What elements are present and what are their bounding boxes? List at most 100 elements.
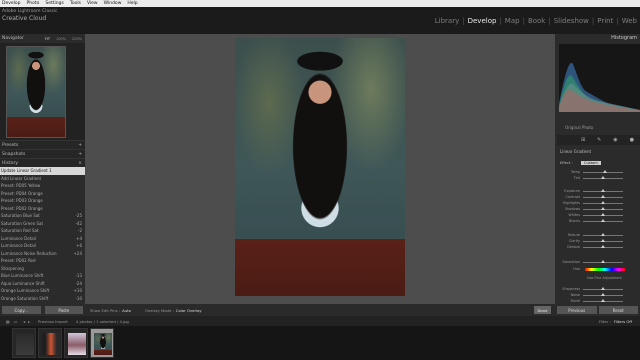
- loupe-view-icon[interactable]: ▭: [10, 319, 18, 324]
- show-edit-pins-select[interactable]: Auto: [120, 308, 131, 313]
- menu-develop[interactable]: Develop: [0, 1, 25, 6]
- slider-knob[interactable]: [601, 239, 605, 242]
- navigator-thumbnail[interactable]: [6, 46, 66, 138]
- history-item[interactable]: Saturation Red Sat -2: [0, 227, 85, 235]
- effect-preset-select[interactable]: Custom: [581, 161, 601, 165]
- healing-brush-icon[interactable]: ✎: [597, 137, 601, 143]
- slider-knob[interactable]: [601, 207, 605, 210]
- slider-track[interactable]: [583, 239, 623, 242]
- module-library[interactable]: Library: [432, 17, 462, 25]
- previous-button[interactable]: Previous: [557, 306, 597, 314]
- histogram[interactable]: [559, 44, 640, 112]
- zoom-200[interactable]: 200%: [72, 37, 82, 41]
- slider-track[interactable]: [583, 213, 623, 216]
- snapshots-header[interactable]: Snapshots +: [0, 149, 85, 158]
- history-item[interactable]: Luminance Noise Reduction +24: [0, 250, 85, 258]
- history-item[interactable]: Preset: PD02 Red: [0, 257, 85, 265]
- history-item[interactable]: Preset: PD03 Orange: [0, 197, 85, 205]
- menu-tools[interactable]: Tools: [68, 1, 85, 6]
- menu-photo[interactable]: Photo: [25, 1, 44, 6]
- copy-button[interactable]: Copy...: [2, 306, 41, 314]
- history-item[interactable]: Saturation Blue Sat -25: [0, 212, 85, 220]
- filmstrip-thumb[interactable]: [64, 328, 88, 358]
- slider-dehaze[interactable]: Dehaze: [557, 244, 640, 250]
- back-arrow-icon[interactable]: ◂: [17, 319, 25, 324]
- slider-track[interactable]: [583, 219, 623, 222]
- filter-select[interactable]: Filters Off: [614, 319, 640, 324]
- presets-header[interactable]: Presets +: [0, 140, 85, 149]
- slider-track[interactable]: [583, 260, 623, 263]
- slider-knob[interactable]: [601, 201, 605, 204]
- slider-knob[interactable]: [601, 293, 605, 296]
- module-book[interactable]: Book: [525, 17, 548, 25]
- add-snapshot-icon[interactable]: +: [78, 152, 82, 157]
- slider-track[interactable]: [583, 233, 623, 236]
- slider-knob[interactable]: [601, 287, 605, 290]
- slider-knob[interactable]: [601, 233, 605, 236]
- slider-knob[interactable]: [601, 260, 605, 263]
- overlay-mode-select[interactable]: Color Overlay: [174, 308, 202, 313]
- slider-track[interactable]: [583, 201, 623, 204]
- clear-history-icon[interactable]: ×: [78, 161, 82, 166]
- module-web[interactable]: Web: [619, 17, 640, 25]
- history-item[interactable]: Update Linear Gradient 1: [0, 167, 85, 175]
- slider-track[interactable]: [583, 170, 623, 173]
- navigator-preview[interactable]: [0, 43, 85, 140]
- slider-track[interactable]: [583, 207, 623, 210]
- menu-window[interactable]: Window: [102, 1, 126, 6]
- slider-tint[interactable]: Tint: [557, 175, 640, 181]
- history-item[interactable]: Luminance Detail +6: [0, 242, 85, 250]
- filmstrip-thumb[interactable]: [90, 328, 114, 358]
- history-header[interactable]: History ×: [0, 158, 85, 167]
- history-item[interactable]: Luminance Detail +4: [0, 235, 85, 243]
- source-label[interactable]: Previous Import: [30, 319, 68, 324]
- history-item[interactable]: Orange Saturation Shift -10: [0, 295, 85, 303]
- paste-button[interactable]: Paste: [44, 306, 83, 314]
- slider-track[interactable]: [583, 245, 623, 248]
- history-item[interactable]: Preset: PD02 Orange: [0, 205, 85, 213]
- module-slideshow[interactable]: Slideshow: [551, 17, 592, 25]
- slider-knob[interactable]: [601, 213, 605, 216]
- history-item[interactable]: Saturation Green Sat -42: [0, 220, 85, 228]
- history-item[interactable]: Preset: PD04 Orange: [0, 190, 85, 198]
- masking-icon[interactable]: ●: [630, 137, 634, 143]
- slider-knob[interactable]: [601, 176, 605, 179]
- navigator-header[interactable]: Navigator FIT 100% 200%: [0, 34, 85, 43]
- history-item[interactable]: Add Linear Gradient: [0, 175, 85, 183]
- history-item[interactable]: Orange Luminance Shift +10: [0, 287, 85, 295]
- crop-tool-icon[interactable]: ⊞: [581, 137, 585, 143]
- slider-knob[interactable]: [601, 299, 605, 302]
- zoom-100[interactable]: 100%: [56, 37, 66, 41]
- module-develop[interactable]: Develop: [465, 17, 500, 25]
- history-item[interactable]: Preset: PD05 Yellow: [0, 182, 85, 190]
- done-button[interactable]: Done: [534, 306, 551, 314]
- slider-track[interactable]: [583, 299, 623, 302]
- slider-saturation[interactable]: Saturation: [557, 259, 640, 265]
- red-eye-icon[interactable]: ◉: [613, 137, 617, 143]
- module-map[interactable]: Map: [502, 17, 523, 25]
- main-photo[interactable]: [235, 38, 405, 296]
- filmstrip-thumb[interactable]: [12, 328, 36, 358]
- slider-track[interactable]: [583, 189, 623, 192]
- slider-knob[interactable]: [601, 189, 605, 192]
- slider-knob[interactable]: [601, 195, 605, 198]
- history-item[interactable]: Blue Luminance Shift -13: [0, 272, 85, 280]
- slider-blacks[interactable]: Blacks: [557, 218, 640, 224]
- slider-knob[interactable]: [603, 170, 607, 173]
- slider-knob[interactable]: [601, 245, 605, 248]
- history-item[interactable]: Aqua Luminance Shift -24: [0, 280, 85, 288]
- slider-track[interactable]: [583, 195, 623, 198]
- menu-view[interactable]: View: [85, 1, 102, 6]
- slider-track[interactable]: [583, 176, 623, 179]
- hue-slider[interactable]: [585, 268, 625, 271]
- menu-help[interactable]: Help: [125, 1, 141, 6]
- loupe-view[interactable]: [85, 34, 555, 304]
- menu-settings[interactable]: Settings: [43, 1, 67, 6]
- slider-knob[interactable]: [601, 219, 605, 222]
- module-print[interactable]: Print: [594, 17, 616, 25]
- add-preset-icon[interactable]: +: [78, 143, 82, 148]
- reset-button[interactable]: Reset: [598, 306, 638, 314]
- filmstrip-thumb[interactable]: [38, 328, 62, 358]
- slider-track[interactable]: [583, 287, 623, 290]
- history-item[interactable]: Sharpening: [0, 265, 85, 273]
